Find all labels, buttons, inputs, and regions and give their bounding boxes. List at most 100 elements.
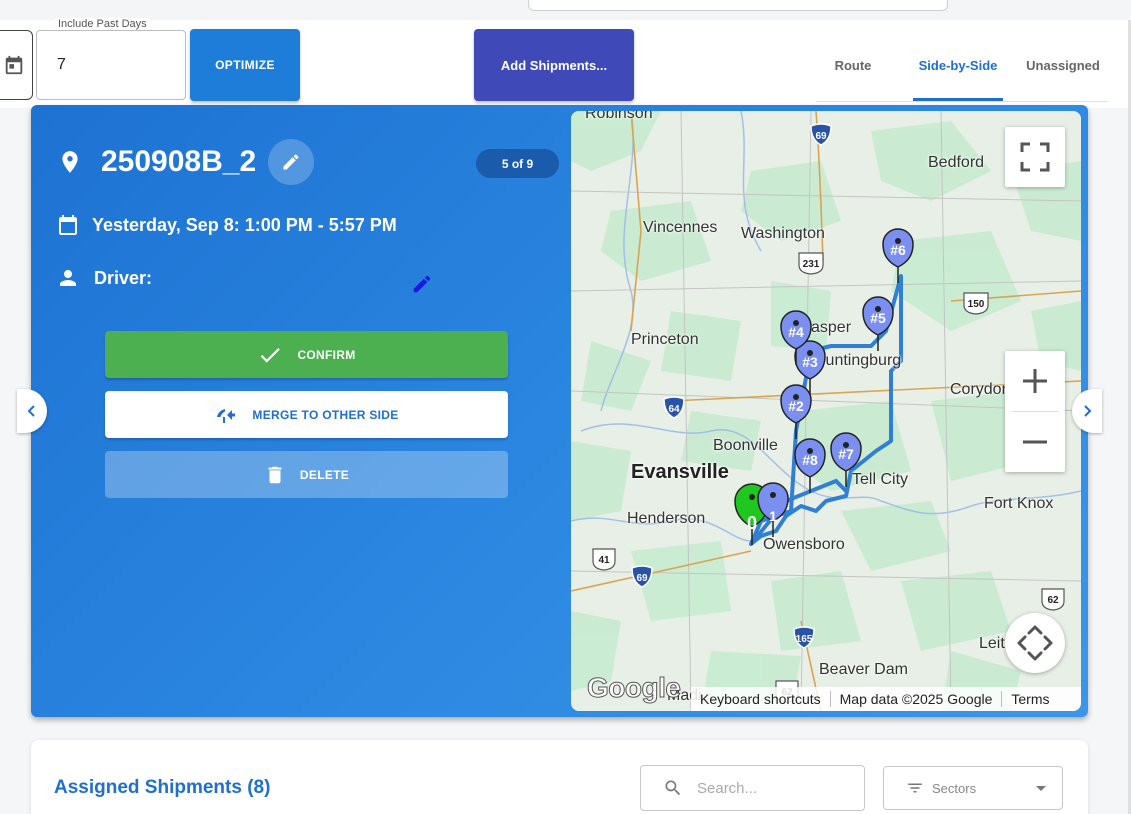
confirm-button[interactable]: CONFIRM bbox=[105, 331, 508, 378]
route-card: 250908B_2 5 of 9 Yesterday, Sep 8: 1:00 … bbox=[31, 105, 1088, 717]
pencil-icon bbox=[283, 154, 299, 170]
map-place-label: Beaver Dam bbox=[819, 661, 908, 678]
shield-number: 69 bbox=[815, 131, 827, 142]
interstate-shield-icon: 69 bbox=[810, 123, 832, 146]
include-past-days-value[interactable]: 7 bbox=[57, 56, 66, 74]
calendar-icon bbox=[59, 215, 77, 235]
map-place-label: Corydon bbox=[950, 381, 1011, 398]
map-marker[interactable]: 1 bbox=[756, 479, 790, 539]
map-marker[interactable]: #6 bbox=[881, 225, 915, 285]
map-place-label: Huntingburg bbox=[814, 352, 902, 369]
pan-arrows-icon bbox=[1017, 625, 1053, 661]
map-data-text: Map data ©2025 Google bbox=[829, 691, 1002, 707]
shield-number: 69 bbox=[636, 573, 648, 584]
route-date-row: Yesterday, Sep 8: 1:00 PM - 5:57 PM bbox=[56, 212, 397, 238]
minus-icon bbox=[1023, 440, 1047, 444]
delete-button[interactable]: DELETE bbox=[105, 451, 508, 498]
page: Include Past Days 7 OPTIMIZE Add Shipmen… bbox=[0, 0, 1131, 814]
driver-label: Driver: bbox=[94, 267, 153, 288]
merge-to-other-side-button[interactable]: MERGE TO OTHER SIDE bbox=[105, 391, 508, 438]
map-place-label: Vincennes bbox=[643, 219, 718, 236]
map-marker[interactable]: #8 bbox=[793, 435, 827, 495]
shield-number: 231 bbox=[803, 259, 820, 270]
route-driver-row: Driver: bbox=[56, 266, 152, 290]
map-place-label: Henderson bbox=[627, 510, 706, 527]
confirm-label: CONFIRM bbox=[297, 347, 356, 362]
zoom-out-button[interactable] bbox=[1005, 412, 1065, 472]
map-place-label: Fort Knox bbox=[984, 495, 1054, 512]
person-icon bbox=[60, 270, 76, 286]
zoom-control bbox=[1005, 351, 1065, 472]
shield-number: 41 bbox=[598, 555, 610, 566]
us-highway-shield-icon: 41 bbox=[592, 548, 616, 571]
add-shipments-button[interactable]: Add Shipments... bbox=[474, 29, 634, 101]
shield-number: 165 bbox=[796, 634, 813, 645]
marker-label: #4 bbox=[788, 324, 804, 340]
map-place-label: Princeton bbox=[631, 331, 699, 348]
map-marker[interactable]: #5 bbox=[861, 293, 895, 353]
route-date-range: Yesterday, Sep 8: 1:00 PM - 5:57 PM bbox=[92, 214, 397, 235]
shipment-search-input[interactable] bbox=[697, 779, 857, 797]
optimize-button[interactable]: OPTIMIZE bbox=[190, 29, 300, 101]
marker-label: #6 bbox=[890, 242, 906, 258]
interstate-shield-icon: 64 bbox=[663, 396, 685, 419]
sectors-label: Sectors bbox=[932, 780, 977, 796]
fullscreen-button[interactable] bbox=[1005, 127, 1065, 187]
pencil-icon bbox=[413, 275, 431, 293]
google-logo: Google bbox=[586, 672, 681, 704]
terms-link[interactable]: Terms bbox=[1001, 691, 1058, 707]
chevron-down-icon bbox=[1036, 786, 1046, 791]
merge-arrow-icon bbox=[217, 408, 236, 423]
edit-route-name-button[interactable] bbox=[268, 139, 315, 185]
map-attribution: Keyboard shortcuts Map data ©2025 Google… bbox=[691, 687, 1081, 711]
edit-driver-button[interactable] bbox=[411, 273, 433, 300]
route-title-row: 250908B_2 bbox=[57, 139, 315, 185]
delete-label: DELETE bbox=[299, 467, 350, 482]
tab-unassigned[interactable]: Unassigned bbox=[1020, 30, 1106, 100]
us-highway-shield-icon: 62 bbox=[1041, 588, 1065, 611]
marker-label: #2 bbox=[788, 398, 804, 414]
chevron-right-icon bbox=[1084, 405, 1092, 417]
map-place-label: Washington bbox=[741, 225, 825, 242]
route-counter-badge: 5 of 9 bbox=[476, 149, 559, 178]
active-tab-indicator bbox=[913, 98, 1003, 101]
chevron-left-icon bbox=[27, 405, 35, 417]
include-past-days-field[interactable]: Include Past Days 7 bbox=[36, 18, 186, 100]
assigned-shipments-title: Assigned Shipments (8) bbox=[54, 777, 271, 798]
marker-label: #8 bbox=[802, 452, 818, 468]
marker-label: #7 bbox=[838, 446, 854, 462]
interstate-shield-icon: 69 bbox=[631, 565, 653, 588]
keyboard-shortcuts-link[interactable]: Keyboard shortcuts bbox=[691, 691, 830, 707]
trash-icon bbox=[268, 466, 282, 483]
camera-control-button[interactable] bbox=[1005, 613, 1065, 673]
tab-route[interactable]: Route bbox=[816, 30, 890, 100]
route-map[interactable]: Robinson Bedford Vincennes Washington Ja… bbox=[571, 111, 1081, 711]
sectors-filter-select[interactable]: Sectors bbox=[883, 766, 1063, 810]
calendar-icon bbox=[5, 55, 23, 75]
zoom-in-button[interactable] bbox=[1005, 351, 1065, 411]
map-marker[interactable]: #4 bbox=[779, 307, 813, 367]
date-picker-button[interactable] bbox=[0, 30, 33, 100]
map-marker[interactable]: #7 bbox=[829, 429, 863, 489]
us-highway-shield-icon: 150 bbox=[963, 292, 989, 315]
tab-side-by-side[interactable]: Side-by-Side bbox=[910, 30, 1006, 100]
assigned-shipments-panel: Assigned Shipments (8) Sectors bbox=[31, 740, 1088, 814]
top-search-field[interactable] bbox=[528, 0, 948, 11]
map-place-label: Boonville bbox=[713, 437, 778, 454]
view-tabs: Route Side-by-Side Unassigned bbox=[816, 30, 1108, 102]
check-icon bbox=[261, 347, 281, 363]
interstate-shield-icon: 165 bbox=[793, 626, 815, 649]
fullscreen-icon bbox=[1020, 142, 1050, 172]
plus-icon bbox=[1023, 369, 1047, 393]
shield-number: 62 bbox=[1047, 595, 1059, 606]
map-place-label: Evansville bbox=[631, 461, 729, 483]
filter-icon bbox=[908, 783, 922, 793]
include-past-days-label: Include Past Days bbox=[55, 18, 150, 30]
map-place-label: Robinson bbox=[585, 111, 653, 122]
shield-number: 150 bbox=[968, 299, 985, 310]
shield-number: 64 bbox=[668, 404, 680, 415]
map-place-label: Bedford bbox=[928, 154, 985, 171]
map-place-label: Leit bbox=[979, 635, 1005, 652]
shipment-search-box[interactable] bbox=[640, 765, 865, 811]
merge-label: MERGE TO OTHER SIDE bbox=[252, 407, 399, 422]
